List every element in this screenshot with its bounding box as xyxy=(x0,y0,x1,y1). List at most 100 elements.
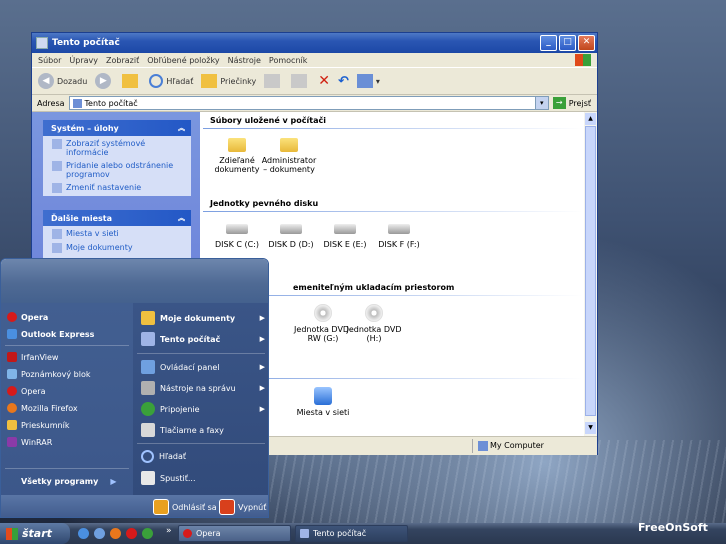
menu-run[interactable]: Spustiť... xyxy=(141,471,265,485)
task-view-system-info[interactable]: Zobraziť systémové informácie xyxy=(43,136,191,158)
task-change-settings[interactable]: Zmeniť nastavenie xyxy=(43,180,191,194)
place-network[interactable]: Miesta v sieti xyxy=(43,226,191,240)
menu-separator xyxy=(137,443,265,444)
menu-help[interactable]: Pomocník xyxy=(269,56,307,65)
copy-icon xyxy=(291,74,308,88)
computer-icon xyxy=(36,37,48,49)
admin-tools-icon xyxy=(141,381,155,395)
drive-f[interactable]: DISK F (F:) xyxy=(369,220,429,249)
menu-separator xyxy=(5,468,129,469)
address-bar: Adresa Tento počítač ▾ → Prejsť xyxy=(32,95,597,112)
drive-c[interactable]: DISK C (C:) xyxy=(207,220,267,249)
recent-irfanview[interactable]: IrfanView xyxy=(7,352,58,362)
menu-file[interactable]: Súbor xyxy=(38,56,61,65)
views-icon xyxy=(356,74,373,88)
views-button[interactable]: ▾ xyxy=(356,74,380,88)
explorer-icon xyxy=(7,420,17,430)
control-panel-icon xyxy=(141,360,155,374)
quicklaunch-ie-icon[interactable] xyxy=(78,528,89,539)
back-button[interactable]: ◀ Dozadu xyxy=(38,73,87,89)
taskbar-opera[interactable]: Opera xyxy=(178,525,291,542)
vertical-scrollbar[interactable]: ▲ ▼ xyxy=(584,112,597,436)
logoff-button[interactable]: Odhlásiť sa xyxy=(153,499,217,515)
network-places[interactable]: Miesta v sieti xyxy=(293,387,353,417)
up-button[interactable] xyxy=(122,74,141,88)
menu-search[interactable]: Hľadať xyxy=(141,450,265,463)
forward-button[interactable]: ▶ xyxy=(95,73,114,89)
submenu-arrow-icon: ▶ xyxy=(259,335,265,343)
folders-button[interactable]: Priečinky xyxy=(201,74,256,88)
pinned-outlook-express[interactable]: Outlook Express xyxy=(7,329,94,339)
menu-admin-tools[interactable]: Nástroje na správu ▶ xyxy=(141,381,265,395)
taskbar-my-computer[interactable]: Tento počítač xyxy=(295,525,408,542)
menu-favorites[interactable]: Obľúbené položky xyxy=(147,56,219,65)
close-button[interactable]: ✕ xyxy=(578,35,595,51)
quicklaunch-app-icon[interactable] xyxy=(142,528,153,539)
system-tasks-header[interactable]: Systém – úlohy ︽ xyxy=(43,120,191,136)
recent-winrar[interactable]: WinRAR xyxy=(7,437,52,447)
start-button[interactable]: štart xyxy=(0,523,70,544)
task-add-remove-programs[interactable]: Pridanie alebo odstránenie programov xyxy=(43,158,191,180)
group-removable: emeniteľným ukladacím priestorom xyxy=(293,283,455,292)
quicklaunch-expand-icon[interactable]: » xyxy=(166,526,172,536)
go-arrow-icon: → xyxy=(552,97,566,109)
drive-h-dvd[interactable]: Jednotka DVD (H:) xyxy=(344,304,404,343)
toolbar: ◀ Dozadu ▶ Hľadať Priečinky ✕ ↶ ▾ xyxy=(32,67,597,95)
address-dropdown[interactable]: ▾ xyxy=(534,97,548,109)
undo-icon: ↶ xyxy=(337,73,349,89)
menu-my-computer[interactable]: Tento počítač ▶ xyxy=(141,332,265,346)
menu-control-panel[interactable]: Ovládací panel ▶ xyxy=(141,360,265,374)
dvd-drive-icon xyxy=(314,304,332,322)
scroll-down-icon[interactable]: ▼ xyxy=(585,422,596,434)
shutdown-button[interactable]: Vypnúť xyxy=(219,499,266,515)
admin-documents-folder[interactable]: Administrator – dokumenty xyxy=(259,138,319,174)
delete-button[interactable]: ✕ xyxy=(318,73,330,89)
submenu-arrow-icon: ▶ xyxy=(259,405,265,413)
recent-firefox[interactable]: Mozilla Firefox xyxy=(7,403,78,413)
recent-notepad[interactable]: Poznámkový blok xyxy=(7,369,90,379)
scroll-up-icon[interactable]: ▲ xyxy=(585,113,596,125)
system-tasks-panel: Systém – úlohy ︽ Zobraziť systémové infor… xyxy=(43,120,191,196)
menu-edit[interactable]: Úpravy xyxy=(69,56,98,65)
recent-opera[interactable]: Opera xyxy=(7,386,46,396)
menu-tools[interactable]: Nástroje xyxy=(228,56,261,65)
menu-connect-to[interactable]: Pripojenie ▶ xyxy=(141,402,265,416)
undo-button[interactable]: ↶ xyxy=(338,74,349,89)
run-icon xyxy=(141,471,155,485)
menu-my-documents[interactable]: Moje dokumenty ▶ xyxy=(141,311,265,325)
power-icon xyxy=(219,499,235,515)
place-my-documents[interactable]: Moje dokumenty xyxy=(43,240,191,254)
copy-to-button[interactable] xyxy=(291,74,310,88)
watermark-logo: FreeOnSoft xyxy=(638,521,708,534)
notepad-icon xyxy=(7,369,17,379)
quicklaunch-firefox-icon[interactable] xyxy=(110,528,121,539)
maximize-button[interactable]: □ xyxy=(559,35,576,51)
recent-explorer[interactable]: Prieskumník xyxy=(7,420,69,430)
status-text: My Computer xyxy=(490,441,544,450)
menu-separator xyxy=(5,345,129,346)
search-button[interactable]: Hľadať xyxy=(149,74,193,88)
go-button[interactable]: → Prejsť xyxy=(552,97,591,109)
address-input[interactable]: Tento počítač ▾ xyxy=(68,96,549,110)
pinned-opera[interactable]: Opera xyxy=(7,312,48,322)
title-bar[interactable]: Tento počítač _ □ ✕ xyxy=(32,33,597,53)
shared-documents-folder[interactable]: Zdieľané dokumenty xyxy=(207,138,267,174)
all-programs-button[interactable]: Všetky programy ▶ xyxy=(21,477,116,486)
drive-d[interactable]: DISK D (D:) xyxy=(261,220,321,249)
drive-e[interactable]: DISK E (E:) xyxy=(315,220,375,249)
other-places-header[interactable]: Ďalšie miesta ︽ xyxy=(43,210,191,226)
network-icon xyxy=(314,387,332,405)
submenu-arrow-icon: ▶ xyxy=(259,363,265,371)
scroll-thumb[interactable] xyxy=(585,126,596,416)
computer-icon xyxy=(72,98,82,108)
menu-view[interactable]: Zobraziť xyxy=(106,56,139,65)
start-menu-places: Moje dokumenty ▶ Tento počítač ▶ Ovládací … xyxy=(133,303,268,495)
menu-bar: Súbor Úpravy Zobraziť Obľúbené položky N… xyxy=(32,53,597,67)
quicklaunch-desktop-icon[interactable] xyxy=(94,528,105,539)
menu-printers[interactable]: Tlačiarne a faxy xyxy=(141,423,265,437)
quicklaunch-opera-icon[interactable] xyxy=(126,528,137,539)
minimize-button[interactable]: _ xyxy=(540,35,557,51)
move-to-button[interactable] xyxy=(264,74,283,88)
network-globe-icon xyxy=(141,402,155,416)
arrow-right-icon: ▶ xyxy=(110,477,117,486)
